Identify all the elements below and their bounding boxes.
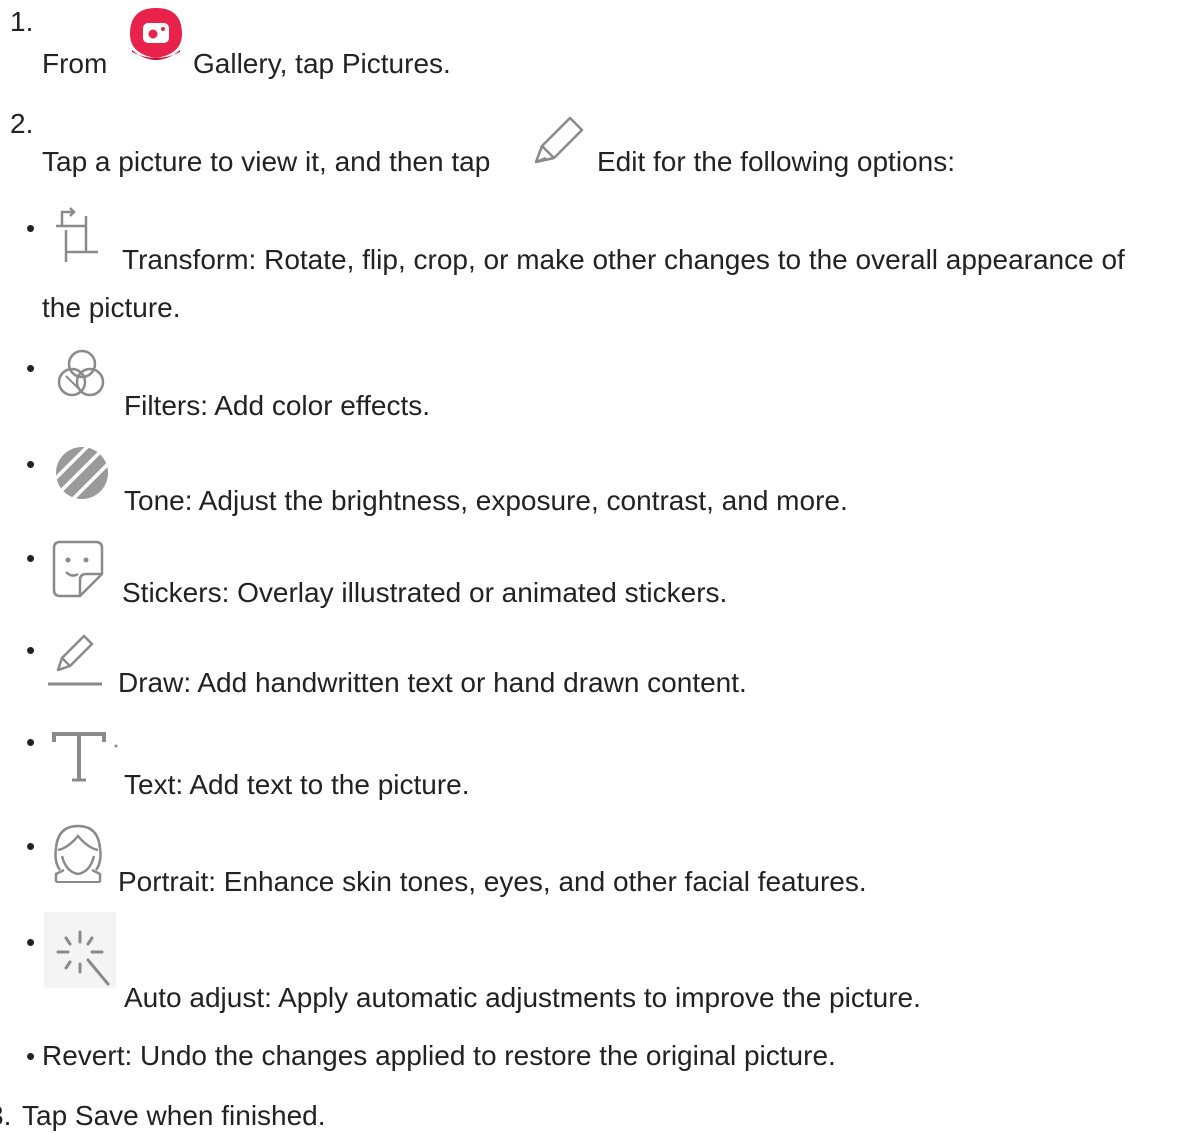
bullet: • [26, 449, 36, 479]
auto-adjust-icon [44, 912, 116, 988]
option-text: Text: Add text to the picture. [124, 769, 470, 800]
step-text-before-icon: Tap a picture to view it, and then tap [42, 146, 491, 177]
option-text: Tone: Adjust the brightness, exposure, c… [124, 485, 848, 516]
bullet: • [26, 1041, 36, 1071]
portrait-icon [50, 820, 106, 886]
bullet: • [26, 543, 36, 573]
stickers-icon [48, 538, 108, 600]
tone-icon [52, 442, 112, 504]
bullet: • [26, 927, 36, 957]
option-text-continued: the picture. [42, 292, 181, 323]
step-text-after-icon: Edit for the following options: [597, 146, 955, 177]
option-text: Revert: Undo the changes applied to rest… [42, 1040, 836, 1071]
step-text: Tap Save when finished. [22, 1100, 326, 1131]
bullet: • [26, 831, 36, 861]
step-text-after-icon: Gallery, tap Pictures. [193, 48, 451, 79]
option-text: Transform: Rotate, flip, crop, or make o… [122, 244, 1125, 275]
edit-pencil-icon [524, 110, 588, 174]
step-number: 2. [10, 108, 34, 139]
bullet: • [26, 635, 36, 665]
option-text: Auto adjust: Apply automatic adjustments… [124, 982, 921, 1013]
option-text: Filters: Add color effects. [124, 390, 431, 421]
transform-icon [52, 204, 106, 264]
text-icon [50, 728, 120, 788]
filters-icon [52, 346, 108, 406]
option-text: Portrait: Enhance skin tones, eyes, and … [118, 866, 867, 897]
draw-icon [46, 626, 104, 690]
bullet: • [26, 353, 36, 383]
step-number: 1. [10, 6, 34, 37]
bullet: • [26, 213, 36, 243]
step-text-before-icon: From [42, 48, 108, 79]
step-number: 3. [0, 1100, 12, 1131]
option-text: Draw: Add handwritten text or hand drawn… [118, 667, 747, 698]
bullet: • [26, 727, 36, 757]
gallery-app-icon [124, 4, 188, 64]
option-text: Stickers: Overlay illustrated or animate… [122, 577, 728, 608]
